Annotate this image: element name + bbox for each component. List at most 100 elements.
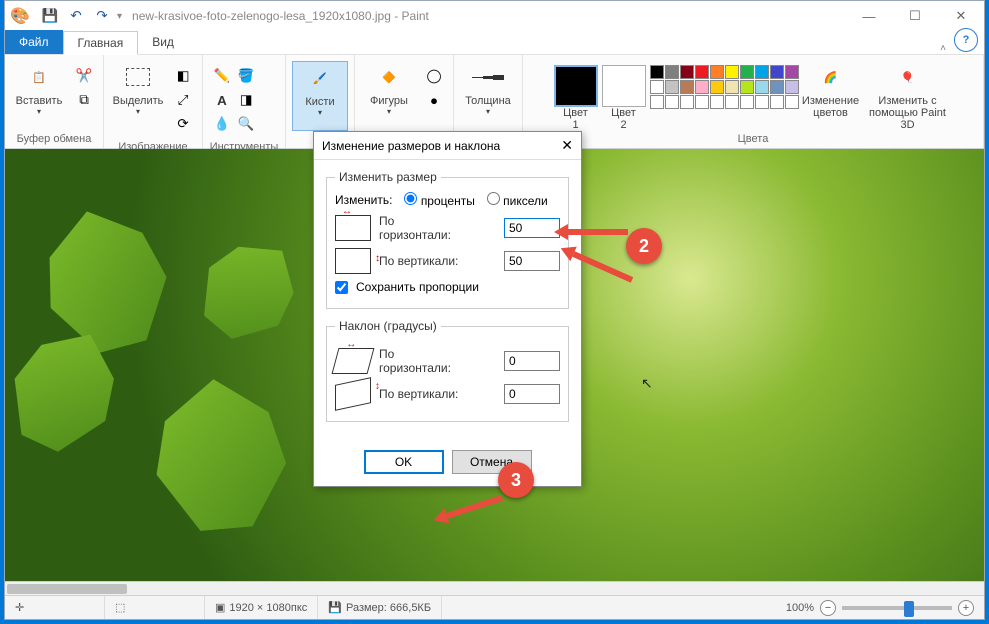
brushes-button[interactable]: 🖌️ Кисти ▾ (292, 61, 348, 131)
skew-fieldset: Наклон (градусы) ↔ По горизонтали: ↕ По … (326, 319, 569, 422)
palette-swatch[interactable] (740, 95, 754, 109)
minimize-button[interactable]: — (846, 1, 892, 31)
brush-icon: 🖌️ (304, 62, 336, 94)
rotate-icon[interactable]: ⟳ (172, 113, 194, 135)
select-button[interactable]: Выделить ▾ (110, 61, 166, 131)
colors-group-label: Цвета (738, 131, 769, 147)
zoom-out-button[interactable]: − (820, 600, 836, 616)
view-tab[interactable]: Вид (138, 30, 188, 54)
resize-vert-label: По вертикали: (379, 254, 496, 268)
thickness-button[interactable]: Толщина ▾ (460, 61, 516, 131)
palette-swatch[interactable] (665, 80, 679, 94)
crop-icon[interactable]: ◧ (172, 65, 194, 87)
file-size-cell: 💾 Размер: 666,5КБ (318, 596, 442, 619)
image-group: Выделить ▾ ◧ ⤢ ⟳ Изображение (104, 55, 203, 148)
eraser-icon[interactable]: ◨ (235, 89, 257, 111)
palette-swatch[interactable] (650, 80, 664, 94)
file-size: Размер: 666,5КБ (346, 602, 431, 614)
status-bar: ✛ ⬚ ▣ 1920 × 1080пкс 💾 Размер: 666,5КБ 1… (5, 595, 984, 619)
outline-icon[interactable]: ◯ (423, 65, 445, 87)
palette-swatch[interactable] (770, 95, 784, 109)
cut-icon[interactable]: ✂️ (73, 65, 95, 87)
resize-icon[interactable]: ⤢ (172, 89, 194, 111)
resize-horiz-input[interactable] (504, 218, 560, 238)
text-icon[interactable]: A (211, 89, 233, 111)
zoom-value: 100% (786, 602, 814, 614)
canvas-size-cell: ▣ 1920 × 1080пкс (205, 596, 318, 619)
save-icon[interactable]: 💾 (39, 5, 61, 27)
palette-swatch[interactable] (755, 65, 769, 79)
zoom-slider[interactable] (842, 606, 952, 610)
palette-swatch[interactable] (770, 80, 784, 94)
shapes-button[interactable]: 🔶 Фигуры ▾ (361, 61, 417, 131)
paint3d-icon: 🎈 (892, 61, 924, 93)
palette-swatch[interactable] (785, 65, 799, 79)
palette-swatch[interactable] (710, 80, 724, 94)
palette-swatch[interactable] (680, 95, 694, 109)
maximize-button[interactable]: ☐ (892, 1, 938, 31)
undo-icon[interactable]: ↶ (65, 5, 87, 27)
palette-swatch[interactable] (755, 95, 769, 109)
qat-dropdown-icon[interactable]: ▾ (117, 11, 122, 22)
palette-swatch[interactable] (695, 95, 709, 109)
dialog-close-icon[interactable]: ✕ (561, 137, 573, 154)
paint3d-button[interactable]: 🎈 Изменить с помощью Paint 3D (863, 61, 953, 131)
quick-access-toolbar: 💾 ↶ ↷ ▾ (35, 5, 126, 27)
help-icon[interactable]: ? (954, 28, 978, 52)
zoom-icon[interactable]: 🔍 (235, 113, 257, 135)
file-tab[interactable]: Файл (5, 30, 63, 54)
clipboard-icon: 📋 (23, 61, 55, 93)
close-button[interactable]: ✕ (938, 1, 984, 31)
paste-button[interactable]: 📋 Вставить ▾ (11, 61, 67, 131)
annotation-3: 3 (498, 462, 534, 498)
redo-icon[interactable]: ↷ (91, 5, 113, 27)
title-bar: 🎨 💾 ↶ ↷ ▾ new-krasivoe-foto-zelenogo-les… (5, 1, 984, 31)
pixels-radio[interactable]: пиксели (487, 192, 548, 208)
color1-button[interactable]: Цвет 1 (554, 61, 598, 131)
brushes-label: Кисти (305, 96, 334, 108)
zoom-in-button[interactable]: + (958, 600, 974, 616)
palette-swatch[interactable] (650, 65, 664, 79)
select-label: Выделить (113, 95, 164, 107)
percent-radio[interactable]: проценты (404, 192, 474, 208)
palette-swatch[interactable] (665, 65, 679, 79)
eyedropper-icon[interactable]: 💧 (211, 113, 233, 135)
collapse-ribbon-icon[interactable]: ˄ (932, 43, 954, 54)
color2-button[interactable]: Цвет 2 (602, 61, 646, 131)
ok-button[interactable]: OK (364, 450, 444, 474)
home-tab[interactable]: Главная (63, 31, 139, 55)
palette-swatch[interactable] (665, 95, 679, 109)
palette-swatch[interactable] (710, 95, 724, 109)
palette-swatch[interactable] (770, 65, 784, 79)
palette-swatch[interactable] (740, 65, 754, 79)
pencil-icon[interactable]: ✏️ (211, 65, 233, 87)
fill-shape-icon[interactable]: ● (423, 89, 445, 111)
color-palette[interactable] (650, 61, 799, 109)
palette-swatch[interactable] (710, 65, 724, 79)
skew-horiz-input[interactable] (504, 351, 560, 371)
palette-swatch[interactable] (695, 80, 709, 94)
palette-swatch[interactable] (680, 80, 694, 94)
skew-vert-input[interactable] (504, 384, 560, 404)
fill-icon[interactable]: 🪣 (235, 65, 257, 87)
color2-swatch (602, 65, 646, 107)
palette-swatch[interactable] (725, 80, 739, 94)
shapes-label: Фигуры (370, 95, 408, 107)
palette-swatch[interactable] (695, 65, 709, 79)
palette-swatch[interactable] (740, 80, 754, 94)
zoom-controls: 100% − + (776, 600, 984, 616)
resize-vert-input[interactable] (504, 251, 560, 271)
horizontal-scrollbar[interactable] (5, 581, 984, 595)
palette-swatch[interactable] (785, 95, 799, 109)
keep-aspect-checkbox[interactable]: Сохранить пропорции (335, 280, 560, 294)
palette-swatch[interactable] (680, 65, 694, 79)
palette-swatch[interactable] (725, 95, 739, 109)
palette-swatch[interactable] (725, 65, 739, 79)
palette-swatch[interactable] (650, 95, 664, 109)
clipboard-group: 📋 Вставить ▾ ✂️ ⧉ Буфер обмена (5, 55, 104, 148)
resize-legend: Изменить размер (335, 170, 441, 184)
palette-swatch[interactable] (785, 80, 799, 94)
edit-colors-button[interactable]: 🌈 Изменение цветов (803, 61, 859, 131)
palette-swatch[interactable] (755, 80, 769, 94)
copy-icon[interactable]: ⧉ (73, 89, 95, 111)
